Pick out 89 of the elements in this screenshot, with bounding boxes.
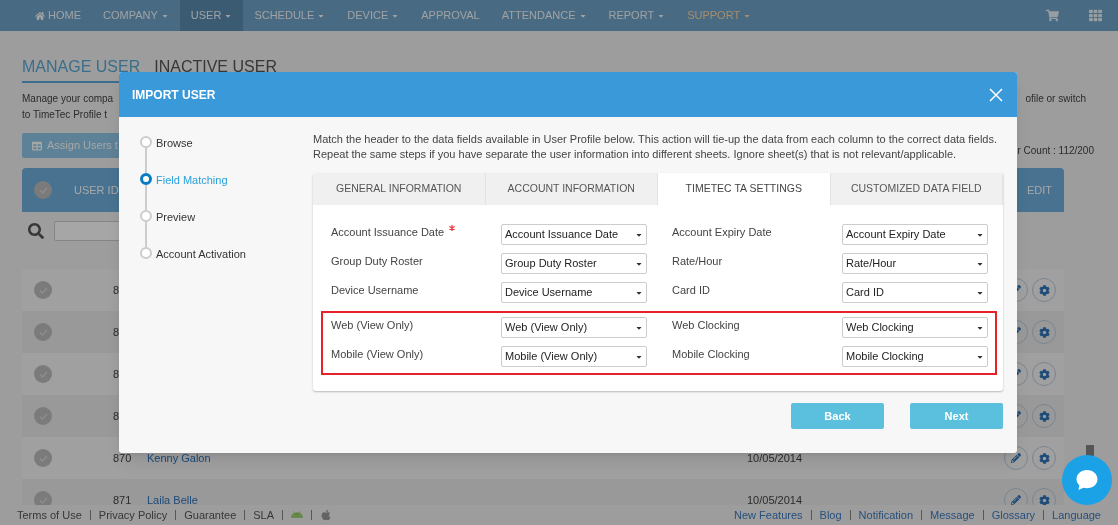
select-dropdown[interactable]: Rate/Hour xyxy=(842,253,988,274)
nav-item[interactable]: DEVICE xyxy=(336,0,411,31)
footer-link[interactable]: Notification xyxy=(858,506,913,524)
search-icon xyxy=(28,223,44,239)
settings-icon xyxy=(1038,326,1050,338)
user-count: r Count : 112/200 xyxy=(1017,144,1094,158)
field-label: Account Expiry Date xyxy=(672,225,772,240)
description-text: Manage your compa xyxy=(22,92,114,106)
settings-icon xyxy=(1038,494,1050,506)
select-dropdown[interactable]: Web Clocking xyxy=(842,317,988,338)
row-checkbox[interactable] xyxy=(34,323,52,341)
field-label: Web (View Only) xyxy=(331,318,414,333)
nav-item[interactable]: ATTENDANCE xyxy=(490,0,598,31)
settings-icon xyxy=(1038,452,1050,464)
field-label: Mobile Clocking xyxy=(672,347,750,362)
pencil-icon xyxy=(1011,495,1021,505)
table-icon xyxy=(32,140,42,151)
field-label: Group Duty Roster xyxy=(331,254,423,269)
date-cell: 10/05/2014 xyxy=(747,493,803,506)
nav-item[interactable]: SCHEDULE xyxy=(243,0,337,31)
footer-link[interactable]: Privacy Policy xyxy=(98,506,168,524)
nav-item[interactable]: USER xyxy=(179,0,244,31)
select-dropdown[interactable]: Device Username xyxy=(501,282,647,303)
field-label: Account Issuance Date xyxy=(331,225,445,240)
row-checkbox[interactable] xyxy=(34,449,52,467)
select-dropdown[interactable]: Account Expiry Date xyxy=(842,224,988,245)
step-label[interactable]: Preview xyxy=(156,209,196,226)
user-id: 8 xyxy=(113,367,120,380)
step-label[interactable]: Browse xyxy=(156,135,193,152)
user-id: 871 xyxy=(113,493,132,506)
close-icon[interactable] xyxy=(989,87,1003,102)
select-dropdown[interactable]: Mobile Clocking xyxy=(842,346,988,367)
footer-link[interactable]: New Features xyxy=(734,506,803,524)
footer-link[interactable]: Blog xyxy=(819,506,842,524)
column-header: USER ID xyxy=(74,182,119,198)
select-dropdown[interactable]: Web (View Only) xyxy=(501,317,647,338)
description-text: ofile or switch xyxy=(1025,92,1086,106)
step-label[interactable]: Account Activation xyxy=(156,246,246,263)
settings-icon xyxy=(1038,410,1050,422)
select-dropdown[interactable]: Card ID xyxy=(842,282,988,303)
home-icon xyxy=(35,10,45,21)
check-icon xyxy=(38,496,48,504)
row-checkbox[interactable] xyxy=(34,365,52,383)
footer-link[interactable]: Guarantee xyxy=(184,506,237,524)
step-label[interactable]: Field Matching xyxy=(156,172,228,189)
android-icon[interactable] xyxy=(291,509,304,521)
select-dropdown[interactable]: Group Duty Roster xyxy=(501,253,647,274)
footer-link[interactable]: SLA xyxy=(253,506,275,524)
speech-bubble-icon xyxy=(1075,469,1099,491)
footer-link[interactable]: Message xyxy=(930,506,975,524)
field-label: Device Username xyxy=(331,283,419,298)
section-tab[interactable]: GENERAL INFORMATION xyxy=(313,173,486,205)
footer-link[interactable]: Language xyxy=(1052,506,1101,524)
nav-item[interactable]: REPORT xyxy=(597,0,677,31)
field-label: Web Clocking xyxy=(672,318,740,333)
nav-item[interactable]: APPROVAL xyxy=(410,0,491,31)
section-tab[interactable]: TIMETEC TA SETTINGS xyxy=(658,173,831,205)
row-checkbox[interactable] xyxy=(34,407,52,425)
section-tab[interactable]: CUSTOMIZED DATA FIELD xyxy=(830,173,1003,205)
dialog-title: IMPORT USER xyxy=(132,86,216,104)
pencil-icon xyxy=(1011,453,1021,463)
date-cell: 10/05/2014 xyxy=(747,451,803,464)
footer-link[interactable]: Glossary xyxy=(991,506,1036,524)
column-header: EDIT xyxy=(1026,182,1052,198)
settings-icon xyxy=(1038,368,1050,380)
user-id: 870 xyxy=(113,451,132,464)
settings-icon xyxy=(1038,284,1050,296)
chat-bubble-button[interactable] xyxy=(1062,455,1112,505)
user-name-link[interactable]: Kenny Galon xyxy=(147,451,211,464)
user-id: 8 xyxy=(113,325,120,338)
apple-icon[interactable] xyxy=(320,509,333,521)
select-dropdown[interactable]: Account Issuance Date xyxy=(501,224,647,245)
nav-item[interactable]: HOME xyxy=(24,0,92,31)
description-text: to TimeTec Profile t xyxy=(22,108,109,122)
field-label: Mobile (View Only) xyxy=(331,347,424,362)
check-icon xyxy=(38,186,48,194)
select-all-checkbox[interactable] xyxy=(34,181,52,199)
nav-item[interactable]: COMPANY xyxy=(92,0,180,31)
user-id: 8 xyxy=(113,283,120,296)
instructions-text: Match the header to the data fields available in User Profile below. This action will tie-up the data from each column to the correct data fields. Repeat the same steps if you have separate the user information into different sheets. Ignore sheet(s) that is not relevant/applicable. xyxy=(313,132,998,162)
apps-grid-icon[interactable] xyxy=(1089,9,1102,22)
footer-link[interactable]: Terms of Use xyxy=(17,506,82,524)
user-name-link[interactable]: Laila Belle xyxy=(147,493,198,506)
cart-icon[interactable] xyxy=(1046,9,1059,22)
field-label: Rate/Hour xyxy=(672,254,723,269)
row-checkbox[interactable] xyxy=(34,281,52,299)
field-label: Card ID xyxy=(672,283,710,298)
select-dropdown[interactable]: Mobile (View Only) xyxy=(501,346,647,367)
user-id: 8 xyxy=(113,409,120,422)
